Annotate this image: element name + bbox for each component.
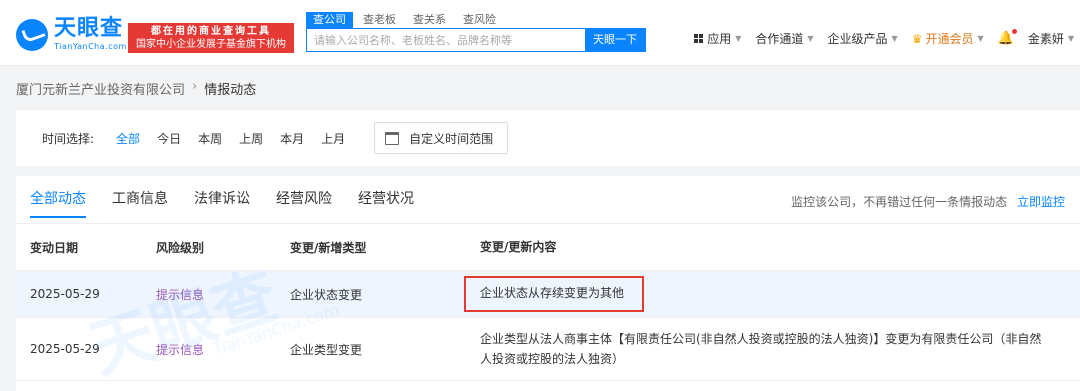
chevron-down-icon: ▼ — [1067, 34, 1074, 43]
top-nav: 应用 ▼ 合作通道 ▼ 企业级产品 ▼ ♛ 开通会员 ▼ 🔔 金素妍 ▼ — [680, 29, 1080, 47]
logo-eye-icon — [16, 18, 48, 51]
row-change-content: 企业状态从存续变更为其他 — [464, 276, 1080, 312]
chevron-down-icon: ▼ — [807, 34, 814, 43]
search-button[interactable]: 天眼一下 — [585, 29, 645, 51]
nav-vip-label: 开通会员 — [925, 32, 974, 46]
top-header: 天眼查 TianYanCha.com 都在用的商业查询工具 国家中小企业发展子基… — [0, 0, 1080, 66]
chevron-right-icon: › — [192, 79, 198, 94]
highlighted-content: 企业状态从存续变更为其他 — [464, 276, 645, 312]
nav-products[interactable]: 企业级产品 ▼ — [828, 30, 898, 47]
slogan-line-1: 都在用的商业查询工具 — [151, 26, 271, 37]
row-change-type: 企业状态变更 — [290, 287, 363, 302]
filter-option-last-month[interactable]: 上月 — [321, 130, 345, 147]
apps-grid-icon — [694, 34, 704, 43]
search-input[interactable] — [307, 29, 585, 51]
nav-channel-label: 合作通道 — [755, 32, 804, 46]
tab-operating-status[interactable]: 经营状况 — [358, 188, 414, 218]
header-change-content: 变更/更新内容 — [480, 240, 557, 254]
table-header: 变动日期 风险级别 变更/新增类型 变更/更新内容 — [16, 224, 1080, 271]
slogan-banner: 都在用的商业查询工具 国家中小企业发展子基金旗下机构 — [128, 23, 294, 53]
filter-option-last-week[interactable]: 上周 — [239, 130, 263, 147]
nav-channel[interactable]: 合作通道 ▼ — [755, 30, 813, 47]
monitor-now-link[interactable]: 立即监控 — [1017, 195, 1065, 209]
chevron-down-icon: ▼ — [891, 34, 898, 43]
filter-option-this-month[interactable]: 本月 — [280, 130, 304, 147]
dynamics-table: 变动日期 风险级别 变更/新增类型 变更/更新内容 2025-05-29 提示信… — [16, 224, 1080, 381]
custom-range-label: 自定义时间范围 — [409, 131, 494, 146]
search-tab-boss[interactable]: 查老板 — [356, 12, 403, 28]
row-risk-level: 提示信息 — [156, 287, 205, 302]
filter-option-today[interactable]: 今日 — [157, 130, 181, 147]
tab-business-info[interactable]: 工商信息 — [112, 188, 168, 218]
header-date: 变动日期 — [30, 240, 79, 255]
search-type-tabs: 查公司 查老板 查关系 查风险 — [306, 12, 506, 28]
breadcrumb-company[interactable]: 厦门元新兰产业投资有限公司 — [16, 79, 185, 98]
search-box: 天眼一下 — [306, 28, 646, 52]
slogan-line-2: 国家中小企业发展子基金旗下机构 — [136, 39, 286, 50]
time-filter-label: 时间选择: — [42, 131, 95, 146]
row-change-content: 企业类型从法人商事主体【有限责任公司(非自然人投资或控股的法人独资)】变更为有限… — [480, 332, 1042, 366]
header-change-type: 变更/新增类型 — [290, 240, 367, 255]
nav-vip[interactable]: ♛ 开通会员 ▼ — [912, 30, 984, 47]
chevron-down-icon: ▼ — [977, 34, 984, 43]
search-tab-company[interactable]: 查公司 — [306, 12, 353, 28]
user-name: 金素妍 — [1027, 32, 1064, 46]
monitor-hint: 监控该公司，不再错过任何一条情报动态 立即监控 — [791, 193, 1065, 210]
tianyancha-logo[interactable]: 天眼查 TianYanCha.com — [16, 18, 127, 51]
tab-operating-risk[interactable]: 经营风险 — [276, 188, 332, 218]
notification-bell-icon[interactable]: 🔔 — [998, 29, 1017, 46]
logo-en-text: TianYanCha.com — [54, 42, 127, 51]
nav-products-label: 企业级产品 — [827, 32, 888, 46]
dynamics-panel: 全部动态 工商信息 法律诉讼 经营风险 经营状况 监控该公司，不再错过任何一条情… — [16, 176, 1080, 391]
row-date: 2025-05-29 — [30, 287, 100, 301]
logo-cn-text: 天眼查 — [54, 16, 124, 41]
time-filter-bar: 时间选择: 全部 今日 本周 上周 本月 上月 自定义时间范围 — [16, 110, 1080, 166]
nav-apps[interactable]: 应用 ▼ — [694, 30, 741, 47]
chevron-down-icon: ▼ — [735, 34, 742, 43]
breadcrumb: 厦门元新兰产业投资有限公司 › 情报动态 — [16, 79, 256, 98]
monitor-text: 监控该公司，不再错过任何一条情报动态 — [791, 195, 1008, 209]
row-date: 2025-05-29 — [30, 342, 100, 356]
notification-dot — [1011, 29, 1017, 34]
calendar-icon — [385, 131, 400, 145]
header-risk-level: 风险级别 — [156, 240, 205, 255]
nav-user[interactable]: 金素妍 ▼ — [1028, 30, 1074, 47]
custom-range-button[interactable]: 自定义时间范围 — [374, 122, 509, 154]
table-row[interactable]: 2025-05-29 提示信息 企业类型变更 企业类型从法人商事主体【有限责任公… — [16, 318, 1080, 381]
tab-legal[interactable]: 法律诉讼 — [194, 188, 250, 218]
table-row[interactable]: 2025-05-29 提示信息 企业状态变更 企业状态从存续变更为其他 — [16, 271, 1080, 318]
search-tab-relation[interactable]: 查关系 — [406, 12, 453, 28]
crown-icon: ♛ — [911, 31, 923, 46]
filter-option-this-week[interactable]: 本周 — [198, 130, 222, 147]
row-change-type: 企业类型变更 — [290, 342, 363, 357]
nav-apps-label: 应用 — [707, 32, 732, 46]
breadcrumb-current: 情报动态 — [204, 83, 257, 98]
category-tabs: 全部动态 工商信息 法律诉讼 经营风险 经营状况 — [30, 188, 440, 218]
filter-option-all[interactable]: 全部 — [116, 130, 140, 147]
row-risk-level: 提示信息 — [156, 342, 205, 357]
tab-all-dynamics[interactable]: 全部动态 — [30, 188, 86, 218]
search-tab-risk[interactable]: 查风险 — [456, 12, 503, 28]
